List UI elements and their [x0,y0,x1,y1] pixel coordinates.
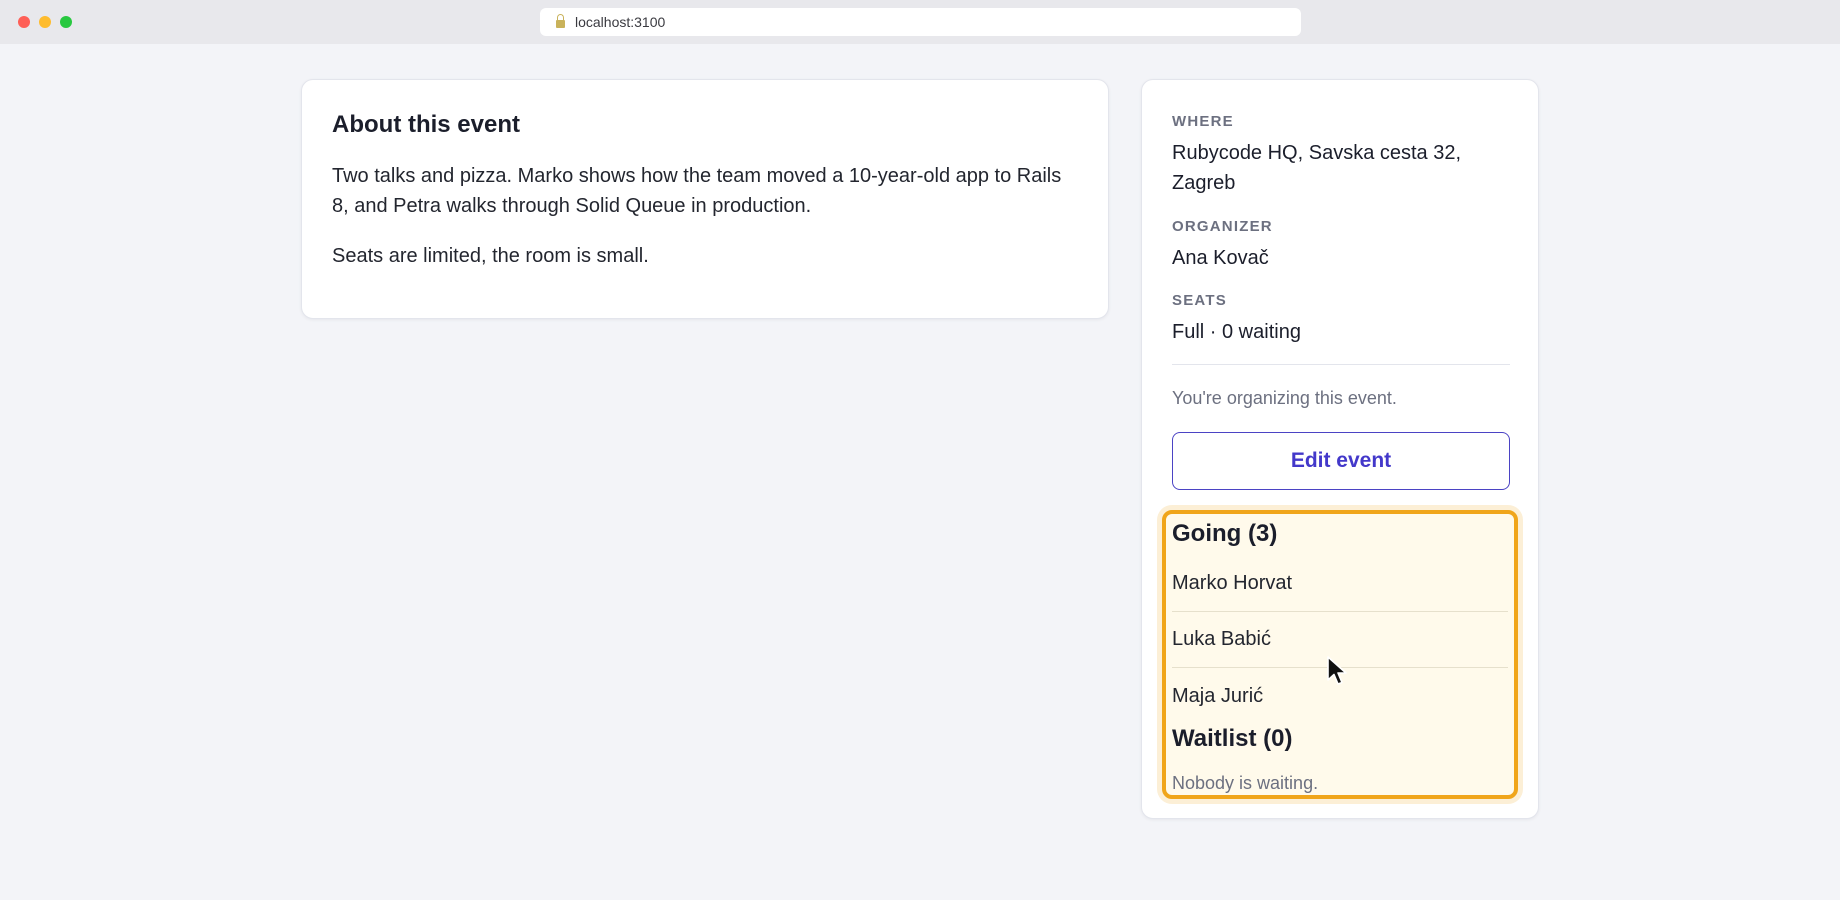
organizer-note: You're organizing this event. [1172,388,1397,408]
organizer-label: ORGANIZER [1172,218,1273,235]
about-event-card: About this event Two talks and pizza. Ma… [301,79,1109,319]
maximize-window-button[interactable] [60,16,72,28]
where-label: WHERE [1172,113,1234,130]
about-title: About this event [332,111,521,138]
where-value: Rubycode HQ, Savska cesta 32, Zagreb [1172,142,1462,194]
minimize-window-button[interactable] [39,16,51,28]
organizer-value: Ana Kovač [1172,247,1269,269]
waitlist-empty-note: Nobody is waiting. [1172,773,1319,793]
browser-toolbar: localhost:3100 [0,0,1840,44]
waitlist-heading: Waitlist (0) [1172,725,1293,752]
edit-event-button[interactable]: Edit event [1172,432,1510,490]
going-heading: Going (3) [1172,520,1278,547]
lock-icon [556,13,565,28]
divider [1172,364,1510,365]
about-paragraph-1: Two talks and pizza. Marko shows how the… [332,165,1062,217]
seats-value: Full · 0 waiting [1172,321,1301,343]
mouse-cursor-icon [1327,656,1347,685]
event-details-sidebar: WHERE Rubycode HQ, Savska cesta 32, Zagr… [1141,79,1539,819]
seats-label: SEATS [1172,292,1227,309]
attendees-panel: Going (3) Marko Horvat Luka Babić Maja J… [1162,510,1518,799]
about-paragraph-2: Seats are limited, the room is small. [332,245,649,267]
attendee-row: Marko Horvat [1172,556,1508,612]
address-bar[interactable]: localhost:3100 [540,8,1301,36]
close-window-button[interactable] [18,16,30,28]
url-text: localhost:3100 [575,14,666,30]
